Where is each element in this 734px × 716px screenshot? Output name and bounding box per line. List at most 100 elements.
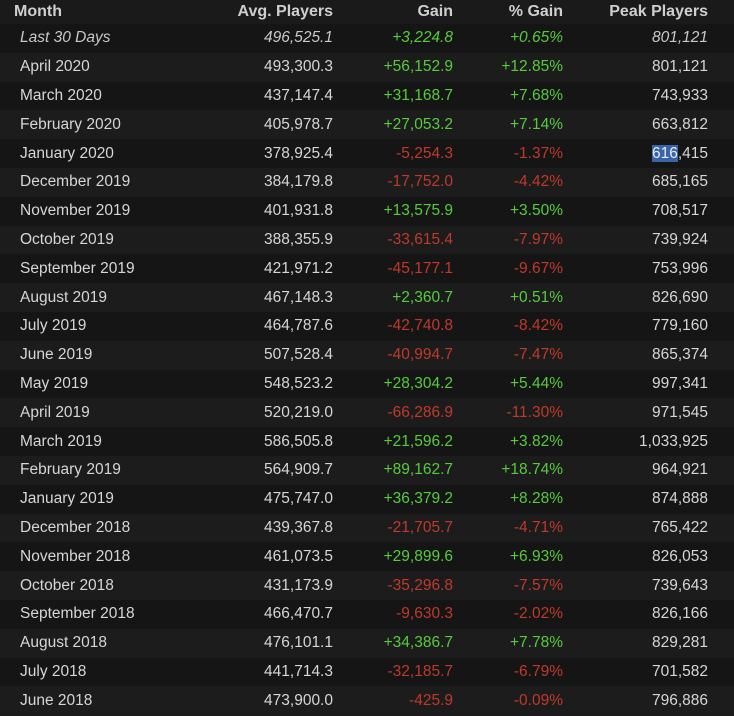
month-cell: April 2019: [20, 403, 90, 421]
pct-gain-cell: +6.93%: [509, 547, 563, 565]
avg-players-cell: 564,909.7: [264, 461, 333, 479]
month-cell: January 2019: [20, 490, 114, 508]
table-row: August 2019 467,148.3 +2,360.7 +0.51% 826,69…: [0, 283, 734, 312]
table-row: December 2019 384,179.8 -17,752.0 -4.42% 685…: [0, 167, 734, 197]
gain-cell: -42,740.8: [387, 317, 454, 335]
peak-players-cell: 964,921: [651, 461, 708, 479]
table-row: March 2019 586,505.8 +21,596.2 +3.82% 1,033,…: [0, 427, 734, 456]
gain-cell: -425.9: [409, 691, 453, 709]
pct-gain-cell: -4.71%: [513, 518, 563, 536]
pct-gain-cell: +3.82%: [509, 432, 563, 450]
avg-players-cell: 464,787.6: [264, 317, 333, 335]
text-selection-highlight[interactable]: 616: [651, 144, 678, 162]
peak-players-cell: 801,121: [651, 58, 708, 76]
pct-gain-cell: +0.65%: [509, 29, 563, 47]
pct-gain-cell: +8.28%: [509, 490, 563, 508]
pct-gain-cell: +3.50%: [509, 202, 563, 220]
month-cell: October 2018: [20, 576, 114, 594]
month-cell: February 2019: [20, 461, 121, 479]
gain-cell: -32,185.7: [387, 662, 454, 680]
table-row: October 2018 431,173.9 -35,296.8 -7.57% 739,…: [0, 571, 734, 600]
avg-players-cell: 461,073.5: [264, 547, 333, 565]
peak-players-cell: 739,924: [651, 230, 708, 248]
table-row: June 2019 507,528.4 -40,994.7 -7.47% 865,374: [0, 340, 734, 370]
table-row: February 2020 405,978.7 +27,053.2 +7.14% 663…: [0, 110, 734, 140]
peak-players-cell: 865,374: [651, 346, 708, 364]
avg-players-cell: 493,300.3: [264, 58, 333, 76]
avg-players-cell: 496,525.1: [264, 29, 333, 47]
peak-players-cell: 829,281: [651, 634, 708, 652]
peak-players-cell: 971,545: [651, 403, 708, 421]
table-row: August 2018 476,101.1 +34,386.7 +7.78% 829,2…: [0, 628, 734, 658]
avg-players-cell: 466,470.7: [264, 605, 333, 623]
avg-players-cell: 439,367.8: [264, 518, 333, 536]
gain-cell: -17,752.0: [387, 173, 454, 191]
header-pct-gain[interactable]: % Gain: [453, 3, 563, 21]
gain-cell: +34,386.7: [383, 634, 453, 652]
month-cell: Last 30 Days: [20, 29, 111, 47]
peak-players-cell: 1,033,925: [639, 432, 708, 450]
header-month[interactable]: Month: [0, 3, 220, 21]
avg-players-cell: 441,714.3: [264, 662, 333, 680]
month-cell: February 2020: [20, 115, 121, 133]
pct-gain-cell: +7.68%: [509, 86, 563, 104]
month-cell: July 2019: [20, 317, 87, 335]
avg-players-cell: 586,505.8: [264, 432, 333, 450]
table-row: February 2019 564,909.7 +89,162.7 +18.74% 96…: [0, 455, 734, 485]
month-cell: May 2019: [20, 374, 89, 392]
month-cell: March 2020: [20, 86, 102, 104]
month-cell: September 2018: [20, 605, 135, 623]
header-peak-players[interactable]: Peak Players: [563, 3, 708, 21]
avg-players-cell: 384,179.8: [264, 173, 333, 191]
peak-players-cell: 663,812: [651, 115, 708, 133]
month-cell: November 2018: [20, 547, 131, 565]
peak-players-cell: 874,888: [651, 490, 708, 508]
month-cell: December 2019: [20, 173, 131, 191]
month-cell: March 2019: [20, 432, 102, 450]
avg-players-cell: 431,173.9: [264, 576, 333, 594]
pct-gain-cell: +7.14%: [509, 115, 563, 133]
gain-cell: +3,224.8: [392, 29, 453, 47]
table-row: September 2018 466,470.7 -9,630.3 -2.02% 826…: [0, 599, 734, 629]
peak-players-cell: 743,933: [651, 86, 708, 104]
avg-players-cell: 520,219.0: [264, 403, 333, 421]
header-avg-players[interactable]: Avg. Players: [220, 3, 333, 21]
gain-cell: -5,254.3: [396, 144, 453, 162]
gain-cell: +28,304.2: [383, 374, 453, 392]
month-cell: April 2020: [20, 58, 90, 76]
table-row: March 2020 437,147.4 +31,168.7 +7.68% 743,93…: [0, 81, 734, 111]
avg-players-cell: 548,523.2: [264, 374, 333, 392]
peak-players-cell: 826,053: [651, 547, 708, 565]
peak-players-cell: 753,996: [651, 259, 708, 277]
player-stats-table: Month Avg. Players Gain % Gain Peak Play…: [0, 0, 734, 716]
pct-gain-cell: -8.42%: [513, 317, 563, 335]
pct-gain-cell: +0.51%: [509, 288, 563, 306]
gain-cell: -33,615.4: [387, 230, 454, 248]
gain-cell: +2,360.7: [392, 288, 453, 306]
pct-gain-cell: -2.02%: [513, 605, 563, 623]
gain-cell: +89,162.7: [383, 461, 453, 479]
pct-gain-cell: -1.37%: [513, 144, 563, 162]
month-cell: October 2019: [20, 230, 114, 248]
header-gain[interactable]: Gain: [333, 3, 453, 21]
table-row: October 2019 388,355.9 -33,615.4 -7.97% 739,…: [0, 225, 734, 255]
avg-players-cell: 421,971.2: [264, 259, 333, 277]
table-row: September 2019 421,971.2 -45,177.1 -9.67% 75…: [0, 254, 734, 284]
month-cell: December 2018: [20, 518, 131, 536]
pct-gain-cell: -4.42%: [513, 173, 563, 191]
pct-gain-cell: +5.44%: [509, 374, 563, 392]
table-row: January 2020 378,925.4 -5,254.3 -1.37% 616,4…: [0, 139, 734, 168]
gain-cell: -45,177.1: [387, 259, 454, 277]
table-row: Last 30 Days 496,525.1 +3,224.8 +0.65% 801,1…: [0, 24, 734, 53]
gain-cell: -40,994.7: [387, 346, 454, 364]
gain-cell: +21,596.2: [383, 432, 453, 450]
month-cell: November 2019: [20, 202, 131, 220]
pct-gain-cell: -7.97%: [513, 230, 563, 248]
pct-gain-cell: -7.47%: [513, 346, 563, 364]
pct-gain-cell: +7.78%: [509, 634, 563, 652]
month-cell: September 2019: [20, 259, 135, 277]
month-cell: January 2020: [20, 144, 114, 162]
peak-players-cell: 801,121: [651, 29, 708, 47]
avg-players-cell: 473,900.0: [264, 691, 333, 709]
month-cell: June 2019: [20, 346, 93, 364]
